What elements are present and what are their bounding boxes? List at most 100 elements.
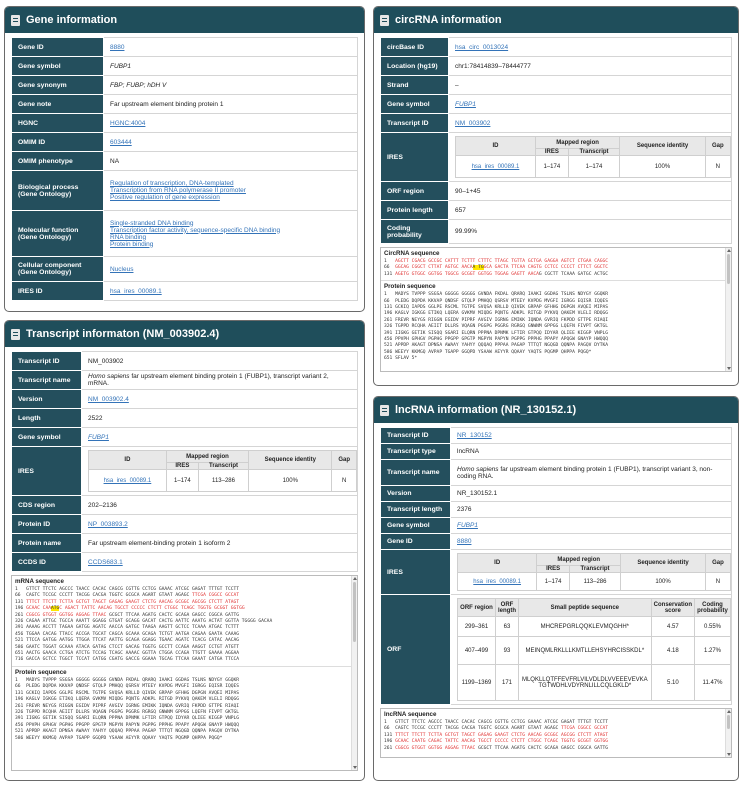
row-label: ORF region	[380, 181, 449, 201]
info-row-biological-process-gene-ontology: Biological process (Gene Ontology) Regula…	[11, 170, 358, 211]
info-row-circbase-id: circBase ID hsa_circ_0013024	[380, 37, 732, 57]
small-peptide-sequence: MEINQMLRKLLLKMTLLEHSYHRCISSKDL*	[518, 636, 652, 665]
info-row-ccds-id: CCDS ID CCDS683.1	[11, 552, 358, 572]
value-link[interactable]: FUBP1	[455, 101, 476, 108]
scroll-thumb[interactable]	[353, 582, 356, 642]
mrna-sequence-box[interactable]: mRNA sequence 1 GTTCT TTCTC AGCCC TAACC …	[11, 575, 358, 771]
value-link[interactable]: FUBP1	[457, 522, 478, 529]
ires-id-link[interactable]: hsa_ires_00089.1	[455, 155, 536, 178]
value-link[interactable]: NR_130152	[457, 432, 492, 439]
row-label: Version	[11, 389, 82, 409]
row-label: IRES	[380, 549, 451, 595]
protein-sequence-text: 1 MADYS TVPPP SSGSA GGGGG GGGGG GVNDA FK…	[12, 678, 357, 742]
row-label: Gene symbol	[380, 94, 449, 114]
orf-row: 299–361 63 MHCREPGRLQQKLEVMQGHH* 4.57 0.55%	[457, 616, 731, 637]
row-label: Location (hg19)	[380, 56, 449, 76]
go-term-link[interactable]: Single-stranded DNA binding	[110, 220, 351, 227]
coding-probability-header: Coding probability	[694, 598, 731, 617]
ires-region-sequence: TTCGA CGGCC GCCAT	[561, 726, 609, 732]
go-term-link[interactable]: Transcription from RNA polymerase II pro…	[110, 187, 351, 194]
gene-info-table: Gene ID 8880 Gene symbol FUBP1 Gene synonym F…	[11, 37, 358, 301]
circrna-sequence-box[interactable]: CircRNA sequence 1 AGCTT CGACG GCCGC CAT…	[380, 247, 732, 372]
value-text: chr1:78414839–78444777	[455, 62, 531, 70]
row-label: IRES ID	[11, 281, 104, 301]
info-row-ires: IRES ID Mapped region Sequence identity Gap I…	[11, 446, 358, 496]
value-text: 2522	[88, 414, 103, 422]
scroll-up-icon[interactable]	[353, 577, 357, 580]
document-icon	[11, 14, 20, 26]
ires-id-header: ID	[456, 553, 538, 573]
row-value: 8880	[450, 533, 732, 550]
scroll-down-icon[interactable]	[353, 766, 357, 769]
row-label: Coding probability	[380, 219, 449, 244]
transcript-region: 113–286	[568, 572, 622, 591]
row-label: Gene ID	[11, 37, 104, 57]
row-value: FBP; FUBP; hDH V	[103, 75, 358, 95]
value-text: 99.99%	[455, 228, 478, 235]
go-term-link[interactable]: RNA binding	[110, 234, 351, 241]
scroll-thumb[interactable]	[727, 715, 730, 729]
gap-header: Gap	[331, 450, 357, 470]
scroll-up-icon[interactable]	[727, 710, 731, 713]
panel-title: circRNA information	[395, 14, 502, 26]
scrollbar[interactable]	[725, 709, 731, 757]
small-peptide-sequence: MHCREPGRLQQKLEVMQGHH*	[518, 616, 652, 637]
value-link[interactable]: Nucleus	[110, 266, 133, 273]
info-row-version: Version NR_130152.1	[380, 485, 732, 502]
go-term-link[interactable]: Transcription factor activity, sequence-…	[110, 227, 351, 234]
ires-id-link[interactable]: hsa_ires_00089.1	[88, 469, 167, 492]
circrna-info-table: circBase ID hsa_circ_0013024 Location (hg1…	[380, 37, 732, 244]
panel-title: Transcript informaton (NM_003902.4)	[26, 328, 220, 340]
sequence-title: CircRNA sequence	[384, 250, 440, 257]
sequence-line: 261 CGGCG GTGGT GGTGG AGGAG TTAAC GCGCT …	[384, 746, 731, 752]
scrollbar[interactable]	[725, 248, 731, 371]
value-link[interactable]: NM_003902	[455, 120, 490, 127]
value-link[interactable]: NP_003893.2	[88, 521, 128, 528]
go-term-link[interactable]: Positive regulation of gene expression	[110, 194, 351, 201]
ires-id-link[interactable]: hsa_ires_00089.1	[456, 572, 538, 591]
coding-probability: 1.27%	[694, 636, 731, 665]
panel-header: circRNA information	[374, 7, 738, 33]
value-link[interactable]: 8880	[110, 44, 124, 51]
ires-region-sequence: TTTCT TTCTT TCTTA GCTGT TAGCT GAGAG GAAG…	[395, 732, 609, 738]
scroll-down-icon[interactable]	[727, 753, 731, 756]
value-link[interactable]: NM_003902.4	[88, 396, 129, 403]
row-value: ID Mapped region Sequence identity Gap IRES T…	[450, 549, 732, 595]
orf-row: 407–499 93 MEINQMLRKLLLKMTLLEHSYHRCISSKDL*…	[457, 636, 731, 665]
value-link[interactable]: HGNC:4004	[110, 120, 145, 127]
row-label: ORF	[380, 594, 451, 705]
value-link[interactable]: 603444	[110, 139, 132, 146]
scroll-thumb[interactable]	[727, 254, 730, 284]
value-text: NM_003902	[88, 357, 124, 365]
info-row-molecular-function-gene-ontology: Molecular function (Gene Ontology) Single…	[11, 210, 358, 257]
scroll-down-icon[interactable]	[727, 367, 731, 370]
panel-title: lncRNA information (NR_130152.1)	[395, 404, 577, 416]
value-link[interactable]: FUBP1	[88, 434, 109, 441]
row-value: 99.99%	[448, 219, 732, 244]
orf-region-header: ORF region	[457, 598, 496, 617]
row-label: Gene note	[11, 94, 104, 114]
row-value: 603444	[103, 132, 358, 152]
go-term-link[interactable]: Protein binding	[110, 241, 351, 248]
ires-region: 1–174	[165, 469, 199, 492]
row-label: IRES	[11, 446, 82, 496]
lncrna-sequence-box[interactable]: lncRNA sequence 1 GTTCT TTCTC AGCCC TAAC…	[380, 708, 732, 758]
row-label: Transcript ID	[380, 113, 449, 133]
protein-sequence-text: 1 MADYS TVPPP SSGSA GGGGG GGGGG GVNDA FK…	[381, 292, 731, 362]
ires-data-row: hsa_ires_00089.1 1–174 113–286 100% N	[456, 572, 732, 591]
ires-region-sequence: GCAAC CAA	[26, 606, 51, 612]
ires-region-header: IRES	[534, 148, 569, 156]
value-link[interactable]: hsa_circ_0013024	[455, 44, 508, 51]
value-link[interactable]: hsa_ires_00089.1	[110, 288, 162, 295]
value-link[interactable]: CCDS683.1	[88, 559, 123, 566]
info-row-transcript-id: Transcript ID NM_003902	[11, 351, 358, 371]
scroll-up-icon[interactable]	[727, 249, 731, 252]
ires-header-row: ID Mapped region Sequence identity Gap	[88, 450, 357, 470]
scrollbar[interactable]	[351, 576, 357, 770]
value-link[interactable]: 8880	[457, 538, 471, 545]
row-label: HGNC	[11, 113, 104, 133]
go-term-link[interactable]: Regulation of transcription, DNA-templat…	[110, 180, 351, 187]
value-text: Far upstream element binding protein 1	[110, 100, 224, 108]
info-row-transcript-name: Transcript name Homo sapiens far upstream…	[11, 370, 358, 390]
document-icon	[380, 404, 389, 416]
